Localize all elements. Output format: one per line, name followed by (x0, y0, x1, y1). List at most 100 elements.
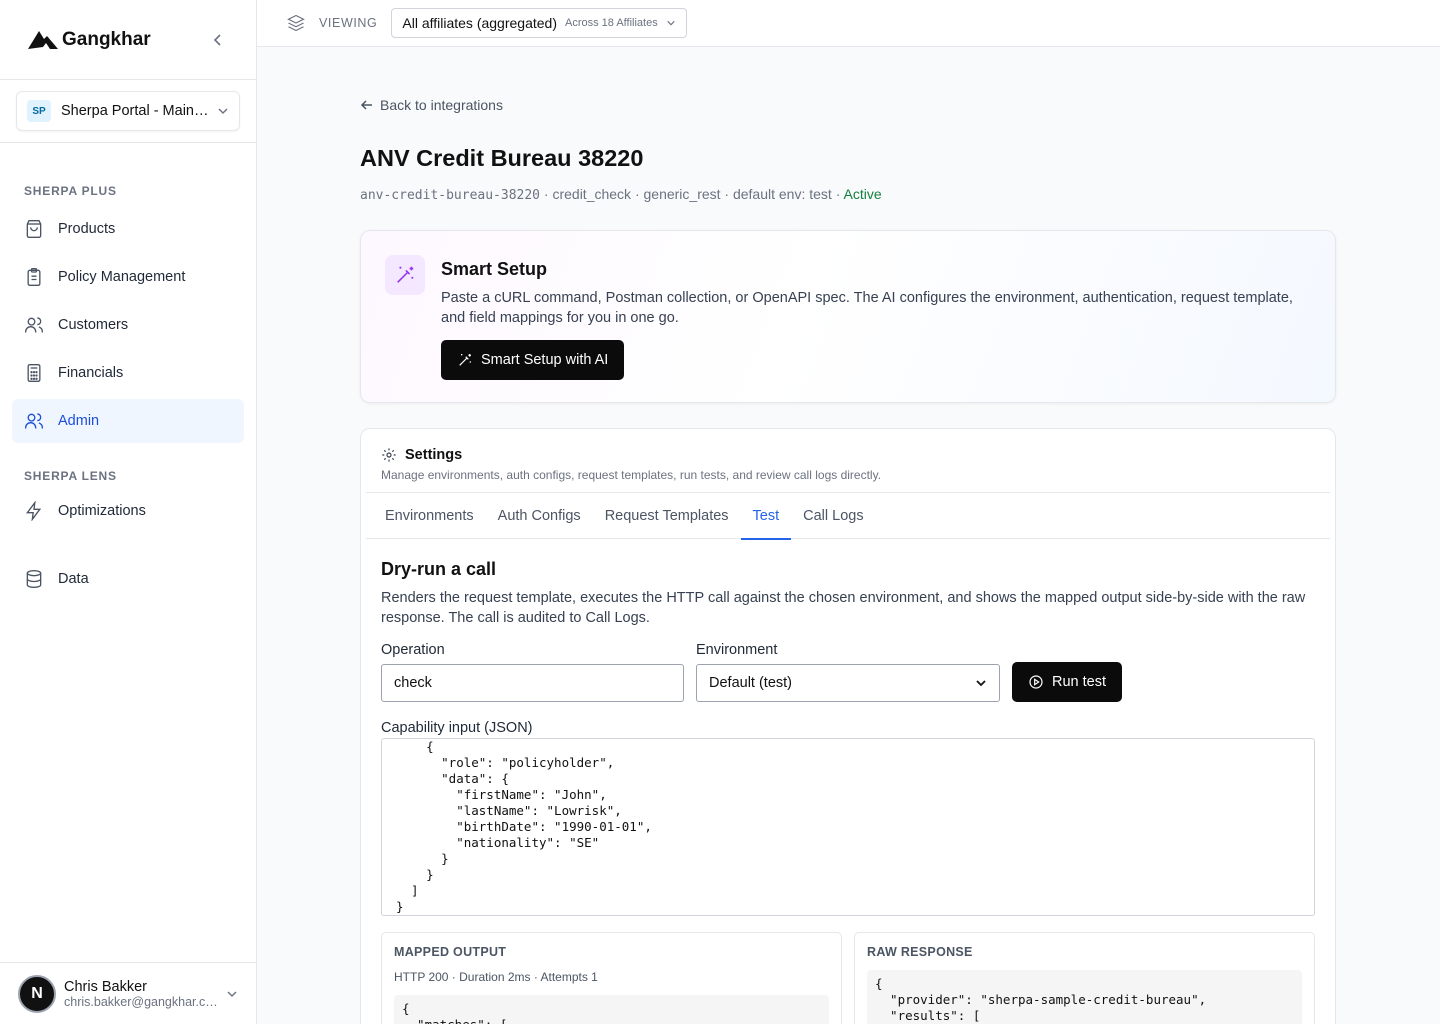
magic-wand-icon (459, 354, 471, 366)
users-icon (25, 317, 43, 333)
settings-subtitle: Manage environments, auth configs, reque… (381, 468, 882, 482)
sidebar: Gangkhar SP Sherpa Portal - Main… SHERPA… (0, 0, 257, 1024)
tab-call-logs[interactable]: Call Logs (791, 493, 875, 539)
workspace-selector[interactable]: SP Sherpa Portal - Main… (16, 91, 240, 131)
run-test-label: Run test (1052, 674, 1106, 690)
sidebar-item-optimizations[interactable]: Optimizations (12, 489, 244, 533)
sidebar-item-policy-management[interactable]: Policy Management (12, 255, 244, 299)
raw-response-panel: RAW RESPONSE { "provider": "sherpa-sampl… (854, 932, 1315, 1024)
brand-logo[interactable]: Gangkhar (28, 29, 151, 51)
topbar: VIEWING All affiliates (aggregated) Acro… (257, 0, 1440, 47)
user-info: Chris Bakker chris.bakker@gangkhar.c… (64, 979, 222, 1009)
capability-input-label: Capability input (JSON) (381, 720, 533, 736)
test-form-row: Operation Environment Default (test) Run… (381, 642, 1315, 702)
integration-slug: anv-credit-bureau-38220 (360, 188, 541, 203)
user-name: Chris Bakker (64, 978, 147, 995)
smart-setup-button-label: Smart Setup with AI (481, 352, 609, 368)
mapped-output-meta: HTTP 200 · Duration 2ms · Attempts 1 (394, 970, 598, 984)
environment-field-group: Environment Default (test) (696, 642, 1000, 702)
settings-tabs: Environments Auth Configs Request Templa… (366, 492, 1330, 540)
environment-select[interactable]: Default (test) (696, 664, 1000, 702)
users-icon (25, 413, 43, 429)
back-link-label: Back to integrations (380, 97, 503, 113)
brand-name: Gangkhar (62, 28, 151, 50)
workspace-badge: SP (27, 100, 51, 122)
smart-setup-title: Smart Setup (441, 259, 548, 279)
arrow-left-icon (360, 100, 372, 110)
sidebar-item-data[interactable]: Data (12, 557, 244, 601)
database-icon (26, 570, 42, 589)
environment-label: Environment (696, 642, 778, 658)
collapse-sidebar-button[interactable] (208, 30, 228, 50)
user-email: chris.bakker@gangkhar.c… (64, 994, 218, 1009)
play-circle-icon (1029, 675, 1043, 689)
test-outputs: MAPPED OUTPUT HTTP 200 · Duration 2ms · … (381, 932, 1315, 1024)
affiliate-count: Across 18 Affiliates (564, 17, 658, 29)
sidebar-item-label: Financials (58, 365, 124, 381)
settings-card: Settings Manage environments, auth confi… (360, 428, 1336, 1024)
calculator-icon (27, 364, 41, 382)
smart-setup-card: Smart Setup Paste a cURL command, Postma… (360, 230, 1336, 403)
raw-response-title: RAW RESPONSE (867, 945, 973, 959)
chevron-down-icon (227, 991, 237, 997)
brand-header: Gangkhar (0, 0, 256, 80)
affiliate-selector[interactable]: All affiliates (aggregated) Across 18 Af… (391, 8, 687, 38)
dry-run-description: Renders the request template, executes t… (381, 590, 1306, 626)
tab-auth-configs[interactable]: Auth Configs (486, 493, 593, 539)
viewing-label: VIEWING (319, 16, 378, 30)
gear-icon (382, 448, 396, 462)
settings-header: Settings Manage environments, auth confi… (361, 429, 1335, 482)
clipboard-icon (27, 268, 41, 286)
chevron-down-icon (666, 20, 675, 26)
sidebar-item-admin[interactable]: Admin (12, 399, 244, 443)
nav-section-sherpa-lens: SHERPA LENS (24, 469, 117, 483)
sidebar-item-products[interactable]: Products (12, 207, 244, 251)
settings-title: Settings (405, 447, 463, 463)
sidebar-item-label: Customers (58, 317, 129, 333)
status-badge: Active (843, 186, 882, 202)
bag-icon (26, 220, 42, 238)
back-to-integrations-link[interactable]: Back to integrations (360, 97, 503, 113)
main-content: Back to integrations ANV Credit Bureau 3… (360, 47, 1336, 1024)
affiliate-selected: All affiliates (aggregated) (402, 15, 557, 31)
tab-environments[interactable]: Environments (366, 493, 486, 539)
workspace-selector-wrap: SP Sherpa Portal - Main… (0, 80, 256, 143)
magic-wand-icon (397, 266, 414, 283)
chevron-left-icon (213, 34, 221, 46)
tab-test[interactable]: Test (740, 493, 792, 540)
sidebar-item-label: Optimizations (58, 503, 146, 519)
page-title: ANV Credit Bureau 38220 (360, 145, 644, 171)
sidebar-item-customers[interactable]: Customers (12, 303, 244, 347)
capability-input-textarea[interactable]: { "role": "policyholder", "data": { "fir… (381, 738, 1315, 916)
tab-request-templates[interactable]: Request Templates (593, 493, 741, 539)
operation-field-group: Operation (381, 642, 684, 702)
mapped-output-title: MAPPED OUTPUT (394, 945, 507, 959)
capability-json: { "role": "policyholder", "data": { "fir… (396, 739, 652, 914)
mapped-output-code: { "matches": [ (394, 995, 829, 1024)
user-menu[interactable]: N Chris Bakker chris.bakker@gangkhar.c… (0, 962, 256, 1024)
sidebar-item-financials[interactable]: Financials (12, 351, 244, 395)
operation-label: Operation (381, 642, 445, 658)
sidebar-item-label: Policy Management (58, 269, 186, 285)
nav-section-sherpa-plus: SHERPA PLUS (24, 184, 117, 198)
mountain-logo-icon (28, 30, 58, 49)
test-panel: Dry-run a call Renders the request templ… (361, 539, 1335, 1024)
integration-meta-details: · credit_check · generic_rest · default … (540, 186, 844, 202)
layers-icon (287, 14, 305, 32)
chevron-down-icon (976, 680, 986, 687)
operation-input[interactable] (381, 664, 684, 702)
smart-setup-button[interactable]: Smart Setup with AI (441, 340, 625, 380)
smart-setup-icon-wrap (385, 255, 425, 295)
bolt-icon (26, 501, 42, 521)
raw-response-code: { "provider": "sherpa-sample-credit-bure… (867, 970, 1302, 1024)
smart-setup-description: Paste a cURL command, Postman collection… (441, 290, 1293, 326)
sidebar-item-label: Admin (58, 413, 100, 429)
dry-run-title: Dry-run a call (381, 559, 497, 579)
settings-title-row: Settings (381, 447, 1315, 463)
sidebar-item-label: Products (58, 221, 116, 237)
chevron-down-icon (218, 108, 228, 114)
workspace-name: Sherpa Portal - Main… (61, 103, 207, 119)
integration-meta: anv-credit-bureau-38220 · credit_check ·… (360, 186, 1336, 203)
avatar: N (18, 974, 56, 1013)
run-test-button[interactable]: Run test (1012, 662, 1122, 702)
